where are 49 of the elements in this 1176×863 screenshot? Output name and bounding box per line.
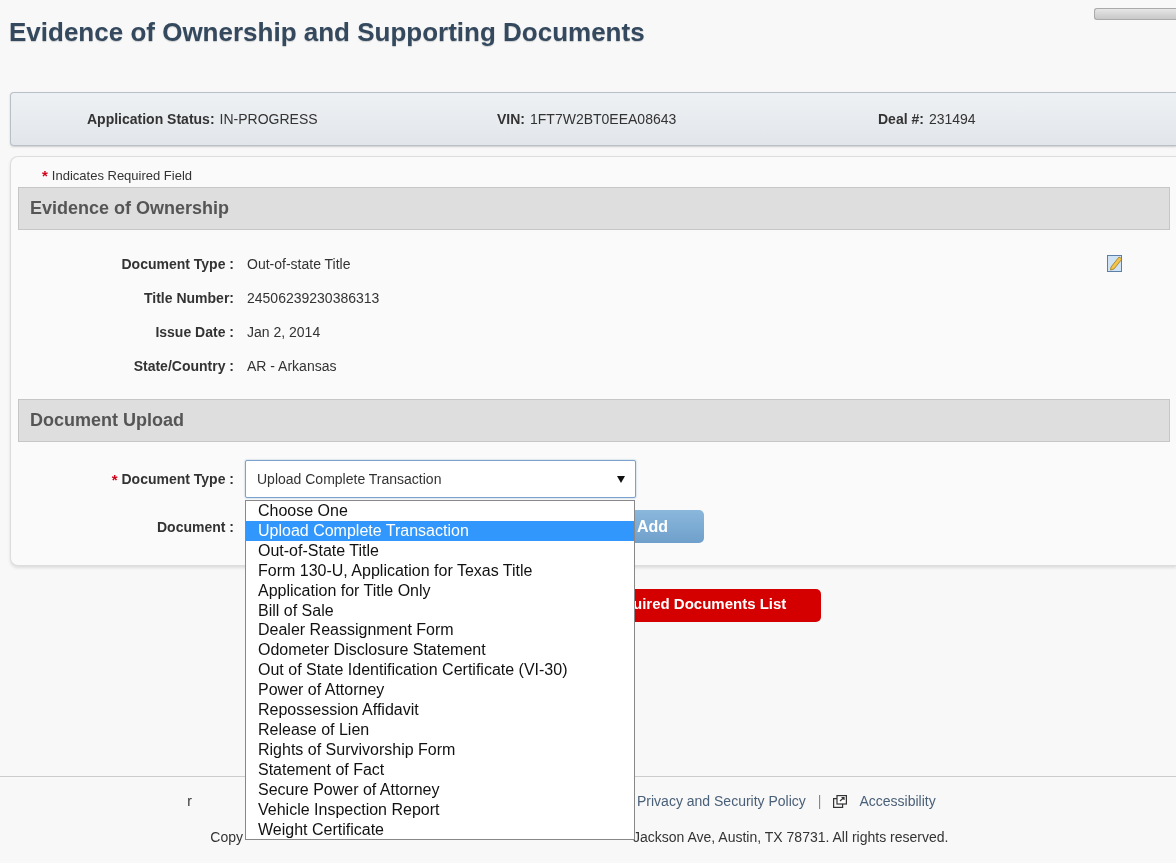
footer-link[interactable]: r: [0, 793, 245, 809]
required-note: Indicates Required Field: [51, 167, 193, 183]
field-value: Out-of-state Title: [247, 256, 351, 272]
dropdown-option[interactable]: Out of State Identification Certificate (VI-30): [246, 660, 634, 681]
field-label: Title Number:: [143, 290, 234, 306]
field-label: Document Type :: [121, 471, 234, 487]
section-header: Evidence of Ownership: [18, 187, 1170, 230]
dropdown-option[interactable]: Choose One: [246, 501, 634, 521]
dropdown-option[interactable]: Release of Lien: [246, 719, 634, 740]
dropdown-option[interactable]: Odometer Disclosure Statement: [246, 640, 634, 661]
caret-icon: [617, 475, 625, 483]
dropdown-option[interactable]: Out-of-State Title: [246, 540, 634, 561]
dropdown-option[interactable]: Application for Title Only: [246, 580, 634, 601]
separator: |: [817, 793, 822, 809]
copyright-text: Copy: [209, 829, 244, 845]
dropdown-option[interactable]: Secure Power of Attorney: [246, 779, 634, 800]
dropdown-option[interactable]: Repossession Affidavit: [246, 700, 634, 720]
copyright-text: Jackson Ave, Austin, TX 78731. All rights reserved.: [633, 829, 950, 845]
dropdown-option[interactable]: Rights of Survivorship Form: [246, 739, 634, 760]
edit-icon[interactable]: [1107, 254, 1123, 272]
dropdown-option[interactable]: Bill of Sale: [246, 600, 634, 621]
dropdown-option[interactable]: Statement of Fact: [246, 759, 634, 780]
dropdown-option[interactable]: Dealer Reassignment Form: [246, 620, 634, 641]
field-label: State/Country :: [132, 358, 234, 374]
status-value: IN-PROGRESS: [219, 111, 318, 127]
dropdown-option[interactable]: Form 130-U, Application for Texas Title: [246, 560, 634, 581]
dropdown-option[interactable]: Power of Attorney: [246, 680, 634, 701]
field-value: 24506239230386313: [247, 290, 380, 306]
page-title: Evidence of Ownership and Supporting Documents: [9, 17, 645, 48]
status-label: Deal #:: [878, 111, 924, 127]
status-label: Application Status:: [87, 111, 215, 127]
required-mark: *: [42, 166, 48, 184]
document-type-dropdown[interactable]: Upload Complete Transaction: [245, 460, 636, 498]
required-documents-button[interactable]: uired Documents List: [633, 589, 821, 622]
field-label: Issue Date :: [154, 324, 234, 340]
status-value: 1FT7W2BT0EEA08643: [530, 111, 677, 127]
field-value: Jan 2, 2014: [247, 324, 321, 340]
status-value: 231494: [928, 111, 976, 127]
section-header: Document Upload: [18, 399, 1170, 442]
external-link-icon: [833, 794, 848, 808]
required-mark: *: [111, 470, 118, 488]
footer-link[interactable]: Accessibility: [859, 793, 936, 809]
footer-link[interactable]: Privacy and Security Policy: [637, 793, 806, 809]
dropdown-option[interactable]: Weight Certificate: [246, 819, 634, 840]
field-label: Document :: [156, 518, 234, 535]
status-label: VIN:: [497, 111, 525, 127]
field-value: AR - Arkansas: [247, 358, 337, 374]
field-label: Document Type :: [120, 256, 234, 272]
dropdown-option[interactable]: Vehicle Inspection Report: [246, 799, 634, 820]
